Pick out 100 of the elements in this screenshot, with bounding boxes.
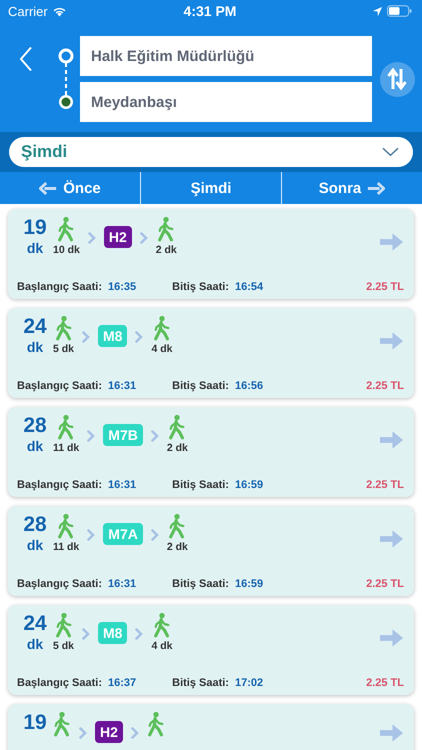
duration-unit: dk bbox=[26, 636, 44, 652]
duration-unit: dk bbox=[26, 240, 44, 256]
start-time: 16:31 bbox=[108, 380, 136, 392]
chevron-right-icon bbox=[82, 331, 90, 343]
start-label: Başlangıç Saati: bbox=[17, 677, 102, 689]
line-badge: M8 bbox=[98, 325, 128, 347]
walking-person-icon bbox=[152, 612, 171, 638]
time-dropdown[interactable]: Şimdi bbox=[9, 137, 413, 167]
trip-card[interactable]: 28 dk 11 dk M7B 2 dk Başlangıç Saati: 16:31 Bitiş Saati: 16:59 2.25 TL bbox=[8, 407, 414, 497]
end-label: Bitiş Saati: bbox=[172, 677, 229, 689]
trip-duration: 28 bbox=[23, 414, 47, 438]
chevron-right-icon bbox=[87, 529, 96, 541]
start-label: Başlangıç Saati: bbox=[17, 281, 102, 293]
line-badge: M8 bbox=[98, 622, 128, 644]
chevron-right-icon bbox=[140, 232, 148, 244]
walking-person-icon bbox=[157, 216, 176, 242]
chevron-right-icon bbox=[135, 628, 144, 640]
walk-duration: 4 dk bbox=[151, 343, 172, 355]
end-label: Bitiş Saati: bbox=[172, 380, 229, 392]
walk-duration: 2 dk bbox=[166, 541, 188, 553]
start-label: Başlangıç Saati: bbox=[17, 578, 102, 590]
walking-person-icon bbox=[168, 414, 186, 440]
price: 2.25 TL bbox=[366, 677, 404, 689]
walking-person-icon bbox=[57, 414, 76, 440]
start-time: 16:31 bbox=[108, 578, 136, 590]
trip-card[interactable]: 19 H2 bbox=[8, 704, 414, 750]
start-time: 16:37 bbox=[108, 677, 136, 689]
wifi-icon bbox=[52, 6, 67, 16]
walk-duration: 2 dk bbox=[166, 442, 188, 454]
arrow-right-icon[interactable] bbox=[379, 723, 404, 743]
arrow-right-icon[interactable] bbox=[379, 331, 404, 351]
time-nav-button[interactable]: Önce bbox=[0, 172, 140, 204]
walking-person-icon bbox=[54, 612, 72, 638]
trip-duration: 19 bbox=[23, 216, 47, 240]
chevron-right-icon bbox=[135, 331, 144, 343]
walk-duration: 5 dk bbox=[53, 640, 74, 652]
walk-duration: 11 dk bbox=[53, 541, 80, 553]
line-badge: M7A bbox=[103, 523, 143, 545]
time-nav-button[interactable]: Şimdi bbox=[140, 172, 281, 204]
chevron-right-icon bbox=[82, 628, 90, 640]
walking-person-icon bbox=[57, 216, 76, 242]
end-label: Bitiş Saati: bbox=[172, 578, 229, 590]
destination-field[interactable]: Meydanbaşı bbox=[80, 82, 372, 122]
end-label: Bitiş Saati: bbox=[172, 281, 229, 293]
chevron-right-icon bbox=[87, 430, 96, 442]
chevron-down-icon bbox=[382, 147, 399, 157]
walking-person-icon bbox=[57, 513, 76, 539]
price: 2.25 TL bbox=[366, 380, 404, 392]
trip-card[interactable]: 28 dk 11 dk M7A 2 dk Başlangıç Saati: 16:31 Bitiş Saati: 16:59 2.25 TL bbox=[8, 506, 414, 596]
chevron-right-icon bbox=[130, 727, 139, 739]
walk-duration: 2 dk bbox=[156, 244, 177, 256]
price: 2.25 TL bbox=[366, 479, 404, 491]
arrow-right-icon[interactable] bbox=[379, 430, 404, 450]
chevron-right-icon bbox=[150, 529, 159, 541]
back-icon[interactable] bbox=[19, 46, 33, 72]
end-time: 16:56 bbox=[234, 380, 264, 392]
time-nav-button[interactable]: Sonra bbox=[281, 172, 422, 204]
walking-person-icon bbox=[152, 315, 171, 341]
end-time: 16:59 bbox=[234, 578, 264, 590]
trip-card[interactable]: 19 dk 10 dk H2 2 dk Başlangıç Saati: 16:35 Bitiş Saati: 16:54 2.25 TL bbox=[8, 209, 414, 299]
chevron-right-icon bbox=[88, 232, 96, 244]
line-badge: H2 bbox=[95, 721, 123, 743]
route-dots-drawing bbox=[56, 47, 76, 111]
trip-card[interactable]: 24 dk 5 dk M8 4 dk Başlangıç Saati: 16:31 Bitiş Saati: 16:56 2.25 TL bbox=[8, 308, 414, 398]
end-label: Bitiş Saati: bbox=[172, 479, 229, 491]
trip-duration: 19 bbox=[23, 711, 47, 735]
arrow-right-icon[interactable] bbox=[379, 628, 404, 648]
battery-icon bbox=[387, 5, 412, 17]
chevron-right-icon bbox=[150, 430, 159, 442]
walk-duration: 11 dk bbox=[53, 442, 80, 454]
line-badge: M7B bbox=[103, 424, 143, 446]
clock-time: 4:31 PM bbox=[184, 3, 236, 19]
end-time: 17:02 bbox=[234, 677, 264, 689]
start-time: 16:35 bbox=[108, 281, 136, 293]
end-time: 16:54 bbox=[234, 281, 264, 293]
start-time: 16:31 bbox=[108, 479, 136, 491]
arrow-right-icon[interactable] bbox=[379, 529, 404, 549]
duration-unit: dk bbox=[26, 537, 44, 553]
origin-field[interactable]: Halk Eğitim Müdürlüğü bbox=[80, 36, 372, 76]
walk-duration: 10 dk bbox=[53, 244, 80, 256]
chevron-right-icon bbox=[79, 727, 87, 739]
arrow-left-icon bbox=[39, 182, 58, 194]
duration-unit: dk bbox=[26, 339, 44, 355]
duration-unit: dk bbox=[26, 438, 44, 454]
line-badge: H2 bbox=[104, 226, 132, 248]
trip-card[interactable]: 24 dk 5 dk M8 4 dk Başlangıç Saati: 16:37 Bitiş Saati: 17:02 2.25 TL bbox=[8, 605, 414, 695]
trip-duration: 24 bbox=[23, 315, 47, 339]
swap-button[interactable] bbox=[380, 62, 414, 96]
arrow-right-icon[interactable] bbox=[379, 232, 404, 252]
walking-person-icon bbox=[53, 711, 71, 737]
walking-person-icon bbox=[54, 315, 72, 341]
walking-person-icon bbox=[168, 513, 186, 539]
walk-duration: 4 dk bbox=[151, 640, 172, 652]
location-arrow-icon bbox=[372, 6, 384, 16]
walking-person-icon bbox=[146, 711, 165, 737]
start-label: Başlangıç Saati: bbox=[17, 380, 102, 392]
walk-duration: 5 dk bbox=[53, 343, 74, 355]
price: 2.25 TL bbox=[366, 578, 404, 590]
swap-arrows-icon bbox=[387, 68, 407, 90]
price: 2.25 TL bbox=[366, 281, 404, 293]
